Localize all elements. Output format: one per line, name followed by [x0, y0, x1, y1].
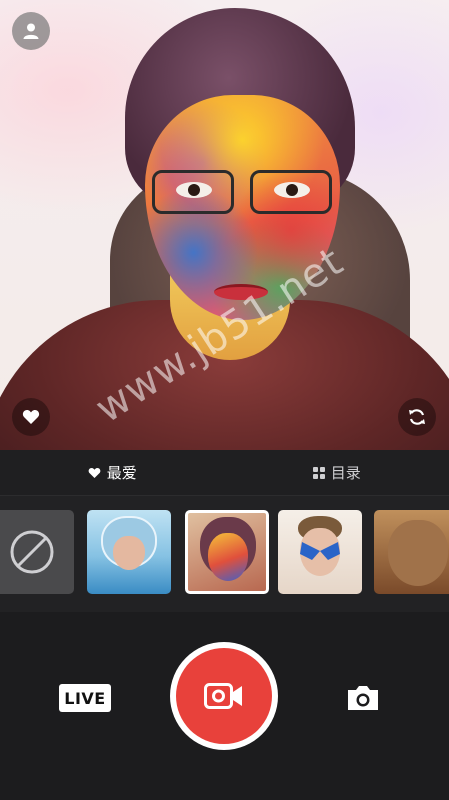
camera-icon	[348, 686, 378, 710]
filter-face-paint[interactable]	[185, 510, 269, 594]
filter-butterfly[interactable]	[278, 510, 362, 594]
camera-preview: www.jb51.net	[0, 0, 449, 450]
favorite-button[interactable]	[12, 398, 50, 436]
no-filter-icon	[10, 530, 54, 574]
tab-favorites[interactable]: 最爱	[0, 462, 225, 483]
heart-icon	[22, 410, 40, 424]
ogre-face	[388, 520, 448, 586]
tab-catalog-label: 目录	[330, 464, 361, 482]
capture-controls: LIVE	[0, 612, 449, 800]
person-icon	[23, 23, 39, 39]
record-button-fill	[176, 648, 272, 744]
flip-camera-icon	[409, 409, 425, 425]
heart-icon	[88, 467, 101, 478]
tab-bar: 最爱 目录	[0, 450, 449, 496]
tab-catalog[interactable]: 目录	[225, 462, 449, 483]
filter-shark[interactable]	[87, 510, 171, 594]
left-eye	[176, 182, 212, 198]
live-button[interactable]: LIVE	[59, 684, 111, 712]
photo-button[interactable]	[343, 682, 383, 714]
record-button[interactable]	[170, 642, 278, 750]
video-camera-icon	[204, 683, 242, 709]
paint-face	[208, 533, 248, 581]
grid-icon	[312, 466, 325, 479]
filter-none[interactable]	[0, 510, 74, 594]
switch-camera-button[interactable]	[398, 398, 436, 436]
butterfly-paint	[300, 542, 340, 560]
filter-strip[interactable]	[0, 496, 449, 612]
profile-button[interactable]	[12, 12, 50, 50]
filter-ogre[interactable]	[374, 510, 449, 594]
tab-favorites-label: 最爱	[106, 464, 137, 482]
shark-face	[113, 536, 145, 570]
right-eye	[274, 182, 310, 198]
